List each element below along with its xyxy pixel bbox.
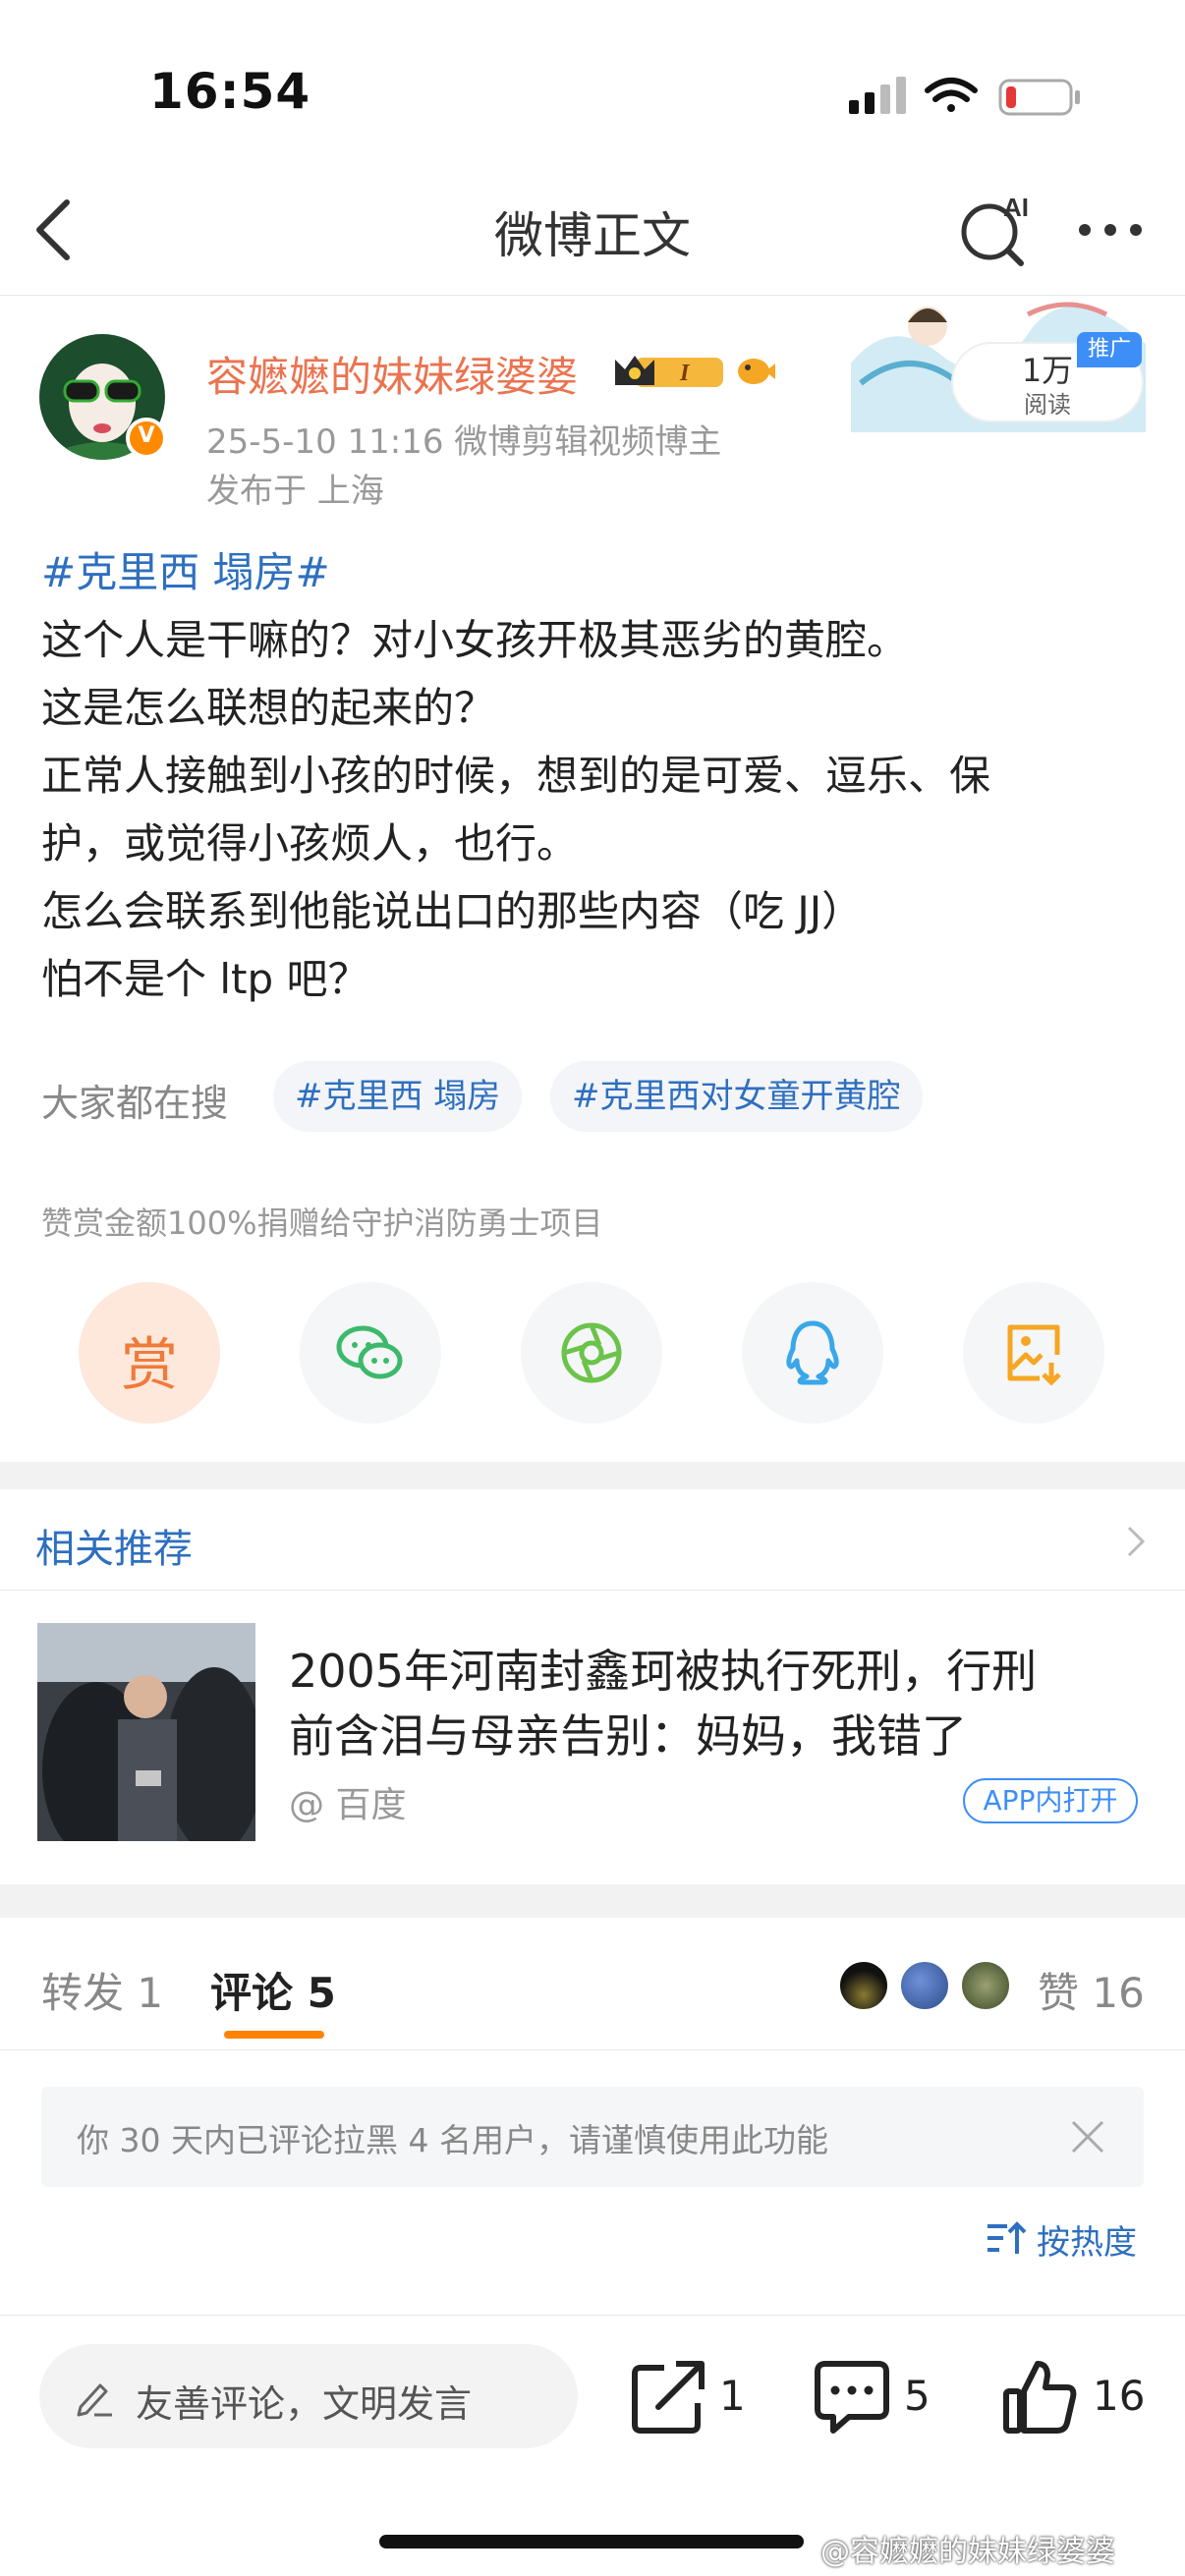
related-thumbnail[interactable] bbox=[37, 1623, 255, 1841]
cellular-signal-icon bbox=[849, 77, 906, 114]
tabs-divider bbox=[0, 2049, 1185, 2050]
watermark: @容嬷嬷的妹妹绿婆婆 bbox=[820, 2535, 1115, 2569]
status-icons bbox=[849, 77, 1080, 116]
notice-text: 你 30 天内已评论拉黑 4 名用户，请谨慎使用此功能 bbox=[77, 2121, 828, 2159]
donate-note: 赞赏金额100%捐赠给守护消防勇士项目 bbox=[41, 1204, 603, 1242]
read-label: 阅读 bbox=[1024, 391, 1071, 419]
post-line: 这个人是干嘛的？对小女孩开极其恶劣的黄腔。 bbox=[41, 616, 909, 664]
author-name[interactable]: 容嬷嬷的妹妹绿婆婆 bbox=[206, 344, 578, 404]
related-headline[interactable]: 2005年河南封鑫珂被执行死刑，行刑 前含泪与母亲告别：妈妈，我错了 bbox=[289, 1639, 1154, 1768]
fish-icon bbox=[738, 359, 775, 384]
chevron-right-icon[interactable] bbox=[1126, 1525, 1146, 1558]
like-count: 16 bbox=[1093, 2372, 1146, 2420]
trending-chip[interactable]: #克里西对女童开黄腔 bbox=[550, 1061, 923, 1132]
post-topic-link[interactable]: #克里西 塌房# bbox=[41, 538, 1152, 606]
status-time: 16:54 bbox=[149, 63, 311, 120]
verified-badge: V bbox=[126, 418, 167, 459]
post-line: 护，或觉得小孩烦人，也行。 bbox=[41, 819, 579, 868]
share-wechat-button[interactable] bbox=[300, 1282, 441, 1424]
reward-icon: 赏 bbox=[120, 1331, 178, 1398]
wifi-icon bbox=[925, 78, 978, 112]
bottom-bar-divider bbox=[0, 2315, 1185, 2316]
wechat-icon bbox=[336, 1325, 403, 1379]
qq-icon bbox=[786, 1320, 839, 1385]
related-headline-line: 2005年河南封鑫珂被执行死刑，行刑 bbox=[289, 1645, 1038, 1698]
comment-count: 5 bbox=[904, 2372, 931, 2420]
pencil-icon bbox=[77, 2383, 112, 2417]
verified-mark: V bbox=[138, 423, 155, 448]
tab-likes[interactable]: 赞 16 bbox=[1038, 1960, 1145, 2020]
related-photo bbox=[37, 1623, 255, 1841]
sort-by-hot-button[interactable]: 按热度 bbox=[1037, 2215, 1137, 2264]
save-image-button[interactable] bbox=[963, 1282, 1104, 1424]
active-tab-indicator bbox=[224, 2031, 324, 2039]
post-meta: 25-5-10 11:16 微博剪辑视频博主 bbox=[206, 422, 722, 462]
close-icon[interactable] bbox=[1069, 2118, 1106, 2156]
post-location: 发布于 上海 bbox=[206, 472, 384, 511]
comment-placeholder: 友善评论，文明发言 bbox=[136, 2382, 473, 2426]
related-title[interactable]: 相关推荐 bbox=[35, 1517, 193, 1574]
tab-comments[interactable]: 评论 5 bbox=[210, 1960, 336, 2020]
battery-icon bbox=[998, 79, 1080, 116]
share-moments-button[interactable] bbox=[521, 1282, 662, 1424]
comment-icon[interactable] bbox=[814, 2358, 890, 2435]
svg-text:AI: AI bbox=[1003, 193, 1029, 222]
post-body: #克里西 塌房# 这个人是干嘛的？对小女孩开极其恶劣的黄腔。 这是怎么联想的起来… bbox=[41, 538, 1152, 1013]
liker-avatar[interactable] bbox=[837, 1959, 890, 2012]
trending-label: 大家都在搜 bbox=[41, 1082, 229, 1125]
post-line: 正常人接触到小孩的时候，想到的是可爱、逗乐、保 bbox=[41, 752, 991, 800]
ai-search-icon[interactable]: AI bbox=[958, 193, 1039, 267]
open-in-app-button[interactable]: APP内打开 bbox=[963, 1778, 1138, 1823]
liker-avatar[interactable] bbox=[959, 1959, 1012, 2012]
sort-icon[interactable] bbox=[986, 2220, 1027, 2256]
tab-reposts[interactable]: 转发 1 bbox=[41, 1960, 163, 2020]
section-separator bbox=[0, 1884, 1185, 1918]
home-indicator[interactable] bbox=[379, 2535, 804, 2548]
moments-icon bbox=[561, 1322, 622, 1383]
more-icon[interactable] bbox=[1076, 218, 1145, 242]
liker-avatar[interactable] bbox=[898, 1959, 951, 2012]
related-source: @ 百度 bbox=[289, 1785, 407, 1825]
post-line: 这是怎么联想的起来的？ bbox=[41, 684, 496, 732]
promo-tag: 推广 bbox=[1077, 332, 1142, 367]
share-qq-button[interactable] bbox=[742, 1282, 883, 1424]
badge-level-text: I bbox=[679, 361, 691, 386]
related-divider bbox=[0, 1590, 1185, 1591]
section-separator bbox=[0, 1462, 1185, 1489]
related-headline-line: 前含泪与母亲告别：妈妈，我错了 bbox=[289, 1709, 967, 1763]
post-line: 怎么会联系到他能说出口的那些内容（吃 JJ） bbox=[41, 887, 864, 935]
save-image-icon bbox=[1007, 1324, 1061, 1386]
thumbs-up-icon[interactable] bbox=[1002, 2358, 1079, 2435]
repost-count: 1 bbox=[719, 2372, 746, 2420]
trending-chip[interactable]: #克里西 塌房 bbox=[273, 1061, 523, 1132]
crown-level-badge[interactable]: I bbox=[611, 350, 727, 393]
post-line: 怕不是个 ltp 吧？ bbox=[41, 955, 369, 1003]
repost-icon[interactable] bbox=[631, 2358, 707, 2435]
